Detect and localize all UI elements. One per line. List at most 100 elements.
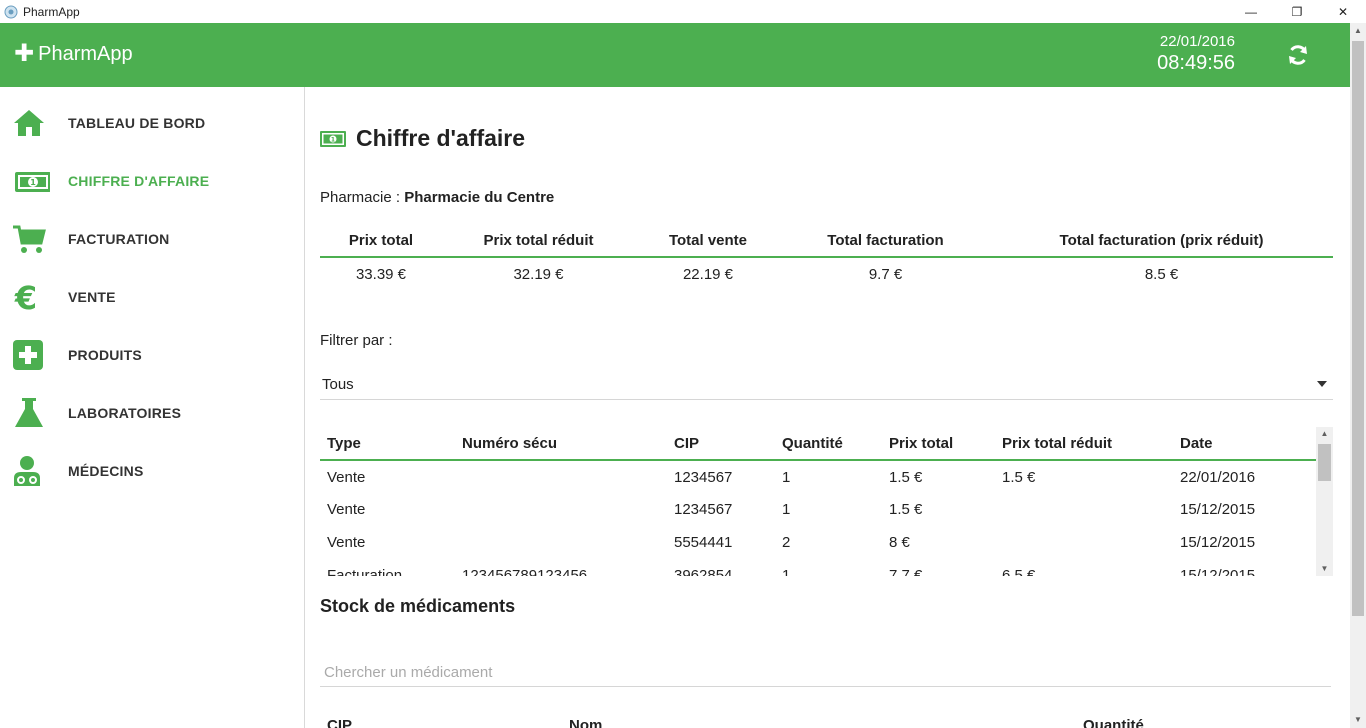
- scroll-up-arrow[interactable]: ▲: [1350, 23, 1366, 39]
- brand[interactable]: ✚ PharmApp: [14, 42, 133, 66]
- total-value: 8.5 €: [1144, 266, 1179, 283]
- money-icon: 1: [320, 130, 346, 147]
- column-header[interactable]: Quantité: [775, 427, 882, 461]
- cell-secu: [455, 526, 667, 559]
- cell-date: 15/12/2015: [1180, 567, 1256, 576]
- cell-type: Vente: [327, 534, 366, 551]
- minimize-button[interactable]: —: [1228, 0, 1274, 23]
- money-icon: 1: [15, 172, 50, 192]
- flask-icon: [15, 398, 43, 427]
- column-header[interactable]: CIP: [667, 427, 775, 461]
- sidebar-item-label: LABORATOIRES: [68, 405, 182, 421]
- pharmacy-label: Pharmacie :: [320, 189, 405, 206]
- cell-secu: [455, 460, 667, 493]
- column-header[interactable]: Date: [1173, 427, 1316, 461]
- cell-secu: 123456789123456: [462, 567, 588, 576]
- cell-reduced-price: 6.5 €: [1002, 567, 1036, 576]
- table-row[interactable]: Vente 5554441 2 8 € 15/12/2015: [320, 526, 1316, 559]
- chevron-down-icon: [1317, 381, 1327, 387]
- home-icon: [14, 110, 44, 136]
- sidebar-item-produits[interactable]: PRODUITS: [0, 326, 304, 384]
- column-header: Total facturation: [781, 225, 990, 258]
- datetime: 22/01/2016 08:49:56: [1157, 33, 1235, 75]
- cell-date: 22/01/2016: [1180, 468, 1256, 486]
- sidebar: TABLEAU DE BORD 1 CHIFFRE D'AFFAIRE FACT…: [0, 87, 305, 728]
- svg-text:1: 1: [30, 178, 36, 187]
- cell-quantity: 1: [782, 501, 791, 518]
- page-title-text: Chiffre d'affaire: [356, 125, 526, 151]
- medication-search-input[interactable]: [320, 659, 1331, 687]
- svg-text:€: €: [14, 280, 37, 314]
- refresh-icon[interactable]: [1286, 43, 1310, 67]
- restore-button[interactable]: ❐: [1274, 0, 1320, 23]
- cell-price: 8 €: [889, 534, 910, 551]
- transactions-panel[interactable]: Type Numéro sécu CIP Quantité Prix total…: [320, 427, 1333, 576]
- transactions-table: Type Numéro sécu CIP Quantité Prix total…: [320, 427, 1316, 576]
- cell-reduced-price: [995, 493, 1173, 526]
- cell-date: 15/12/2015: [1180, 534, 1256, 551]
- sidebar-item-vente[interactable]: € VENTE: [0, 268, 304, 326]
- plus-icon: ✚: [14, 40, 35, 67]
- sidebar-item-label: MÉDECINS: [68, 463, 144, 479]
- cell-cip: 1234567: [674, 468, 733, 486]
- close-button[interactable]: ✕: [1320, 0, 1366, 23]
- sidebar-item-laboratoires[interactable]: LABORATOIRES: [0, 384, 304, 442]
- stock-table-header: CIP Nom Quantité: [320, 717, 1333, 728]
- page-title: 1 Chiffre d'affaire: [320, 125, 525, 152]
- column-header[interactable]: CIP: [327, 717, 352, 728]
- filter-label: Filtrer par :: [320, 332, 393, 349]
- total-value: 9.7 €: [868, 266, 903, 283]
- sidebar-item-medecins[interactable]: MÉDECINS: [0, 442, 304, 500]
- totals-header-row: Prix total Prix total réduit Total vente…: [320, 225, 1333, 258]
- cart-icon: [13, 225, 46, 253]
- sidebar-item-tableau-de-bord[interactable]: TABLEAU DE BORD: [0, 94, 304, 152]
- euro-icon: €: [14, 280, 37, 314]
- column-header: Total vente: [635, 225, 781, 258]
- cell-cip: 1234567: [674, 501, 733, 518]
- plus-square-icon: [13, 340, 43, 370]
- table-row[interactable]: Vente 1234567 1 1.5 € 1.5 € 22/01/2016: [320, 460, 1316, 493]
- cell-type: Facturation: [327, 567, 403, 576]
- total-value: 32.19 €: [513, 266, 564, 283]
- filter-select[interactable]: Tous: [320, 369, 1333, 400]
- table-row[interactable]: Vente 1234567 1 1.5 € 15/12/2015: [320, 493, 1316, 526]
- app-logo-icon: [4, 5, 18, 18]
- stock-section-title: Stock de médicaments: [320, 596, 516, 616]
- svg-text:1: 1: [331, 136, 335, 143]
- cell-date: 15/12/2015: [1180, 501, 1256, 518]
- column-header[interactable]: Prix total réduit: [995, 427, 1173, 461]
- scroll-thumb[interactable]: [1352, 41, 1364, 616]
- sidebar-item-chiffre-d-affaire[interactable]: 1 CHIFFRE D'AFFAIRE: [0, 152, 304, 210]
- window-title: PharmApp: [23, 4, 80, 19]
- cell-cip: 3962854: [674, 567, 733, 576]
- filter-selected-value: Tous: [322, 375, 354, 393]
- column-header: Total facturation (prix réduit): [990, 225, 1333, 258]
- column-header: Prix total réduit: [442, 225, 635, 258]
- pharmacy-name: Pharmacie du Centre: [404, 189, 555, 206]
- sidebar-item-label: FACTURATION: [68, 231, 170, 247]
- column-header[interactable]: Numéro sécu: [455, 427, 667, 461]
- cell-price: 1.5 €: [889, 468, 923, 486]
- column-header[interactable]: Quantité: [1083, 717, 1144, 728]
- sidebar-item-label: VENTE: [68, 289, 116, 305]
- totals-table: Prix total Prix total réduit Total vente…: [320, 225, 1333, 291]
- main-scrollbar[interactable]: ▲ ▼: [1350, 23, 1366, 728]
- cell-quantity: 1: [782, 468, 791, 486]
- totals-values-row: 33.39 € 32.19 € 22.19 € 9.7 € 8.5 €: [320, 257, 1333, 291]
- total-value: 33.39 €: [355, 266, 407, 283]
- column-header[interactable]: Nom: [569, 717, 602, 728]
- sidebar-item-label: TABLEAU DE BORD: [68, 115, 206, 131]
- scroll-down-arrow[interactable]: ▼: [1350, 712, 1366, 728]
- column-header[interactable]: Type: [320, 427, 455, 461]
- cell-price: 1.5 €: [889, 501, 923, 518]
- scroll-thumb[interactable]: [1318, 444, 1331, 481]
- transactions-scrollbar[interactable]: ▲ ▼: [1316, 427, 1333, 576]
- transactions-header-row: Type Numéro sécu CIP Quantité Prix total…: [320, 427, 1316, 461]
- scroll-down-arrow[interactable]: ▼: [1316, 562, 1333, 576]
- column-header[interactable]: Prix total: [882, 427, 995, 461]
- pharmacy-line: Pharmacie : Pharmacie du Centre: [320, 189, 554, 206]
- sidebar-item-facturation[interactable]: FACTURATION: [0, 210, 304, 268]
- cell-cip: 5554441: [674, 534, 733, 551]
- table-row[interactable]: Facturation 123456789123456 3962854 1 7.…: [320, 559, 1316, 576]
- scroll-up-arrow[interactable]: ▲: [1316, 427, 1333, 441]
